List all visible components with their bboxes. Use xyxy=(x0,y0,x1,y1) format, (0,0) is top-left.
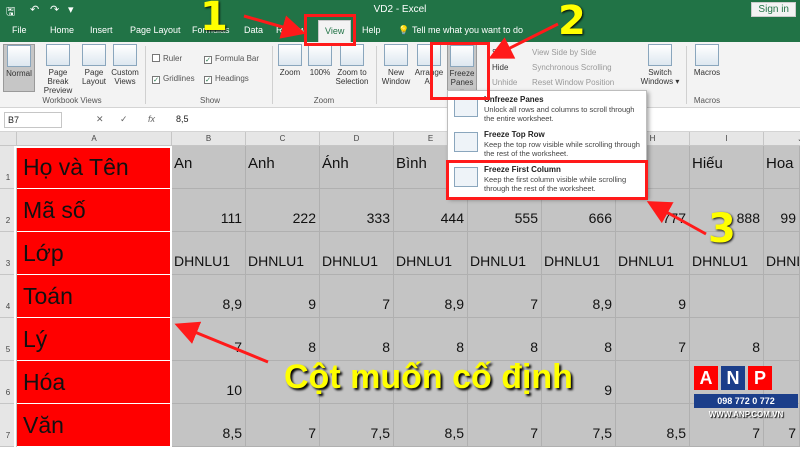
watermark-letter: N xyxy=(721,366,745,390)
watermark-phone: 098 772 0 772 xyxy=(694,394,798,408)
arrow-to-freeze-first-column xyxy=(646,201,707,236)
arrow-to-frozen-column xyxy=(174,321,269,364)
watermark-letter: P xyxy=(748,366,772,390)
arrow-to-view-tab xyxy=(243,14,306,39)
caption-column-to-freeze: Cột muốn cố định xyxy=(284,358,573,396)
watermark-url: WWW.ANP.COM.VN xyxy=(708,410,784,419)
watermark-letter: A xyxy=(694,366,718,390)
arrow-to-freeze-panes xyxy=(488,22,559,59)
anp-watermark: ANP 098 772 0 772 WWW.ANP.COM.VN xyxy=(694,366,798,446)
